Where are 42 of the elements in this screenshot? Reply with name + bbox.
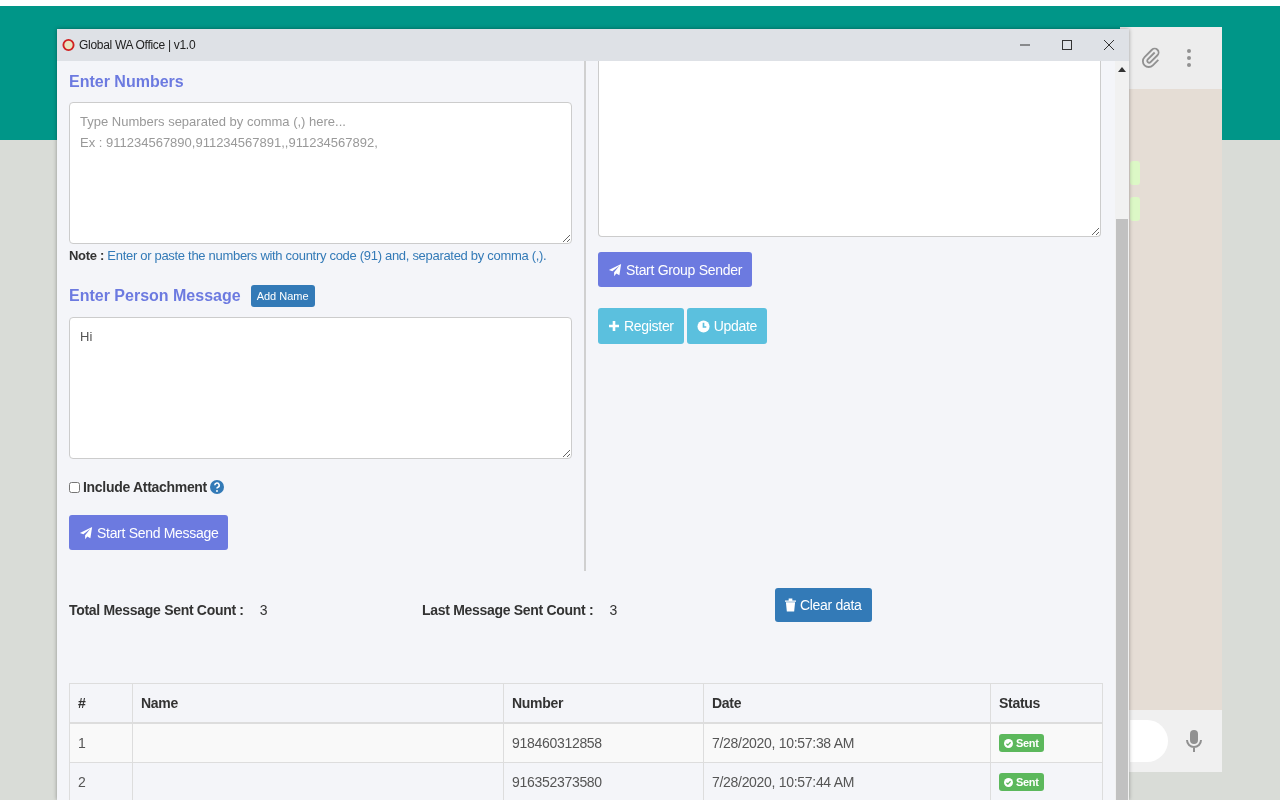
- close-icon[interactable]: [1103, 39, 1115, 51]
- chat-bubble: [1130, 197, 1140, 221]
- group-message-field[interactable]: [598, 61, 1101, 237]
- count-value: 3: [259, 602, 268, 618]
- paper-plane-icon: [79, 525, 93, 540]
- app-logo-icon: [62, 38, 75, 52]
- table-cell: 7/28/2020, 10:57:38 AM: [703, 723, 991, 763]
- status-badge: Sent: [999, 734, 1044, 752]
- section-heading: Enter Numbers: [69, 73, 185, 91]
- scroll-up-icon[interactable]: [1118, 67, 1126, 72]
- window-title: Global WA Office | v1.0: [79, 38, 196, 52]
- numbers-field[interactable]: Type Numbers separated by comma (,) here... Ex : 911234567890,911234567891,,911234567892,: [69, 102, 572, 244]
- note-text: Note : Enter or paste the numbers with country code (91) and, separated by comma (,).: [69, 248, 548, 263]
- table-cell: 918460312858: [503, 723, 704, 763]
- plus-icon: [608, 320, 620, 332]
- add-name-button[interactable]: Add Name: [250, 285, 315, 307]
- paper-plane-icon: [608, 262, 622, 277]
- status-badge: Sent: [999, 773, 1044, 791]
- start-send-button[interactable]: Start Send Message: [69, 515, 229, 550]
- maximize-icon[interactable]: [1061, 39, 1073, 51]
- chat-bubble: [1130, 161, 1140, 185]
- count-value: 3: [609, 602, 617, 618]
- table-cell: 1: [69, 723, 133, 763]
- count-label: Last Message Sent Count :: [422, 602, 594, 618]
- checkbox-label: Include Attachment: [83, 479, 207, 495]
- clock-icon: [696, 319, 710, 333]
- paperclip-icon[interactable]: [1140, 47, 1162, 69]
- count-label: Total Message Sent Count :: [69, 602, 244, 618]
- message-field[interactable]: Hi: [69, 317, 572, 459]
- update-button[interactable]: Update: [686, 308, 768, 344]
- scrollbar-thumb[interactable]: [1116, 219, 1128, 800]
- microphone-icon[interactable]: [1186, 729, 1202, 753]
- help-icon[interactable]: [210, 480, 224, 494]
- message-input[interactable]: [1130, 720, 1168, 762]
- attachment-checkbox[interactable]: [69, 481, 80, 493]
- menu-icon[interactable]: [1186, 48, 1192, 68]
- trash-icon: [785, 598, 796, 612]
- clear-data-button[interactable]: Clear data: [775, 588, 872, 622]
- section-heading: Enter Person Message: [69, 287, 241, 305]
- register-button[interactable]: Register: [598, 308, 684, 344]
- table-cell: 2: [69, 762, 133, 800]
- start-group-sender-button[interactable]: Start Group Sender: [598, 252, 752, 287]
